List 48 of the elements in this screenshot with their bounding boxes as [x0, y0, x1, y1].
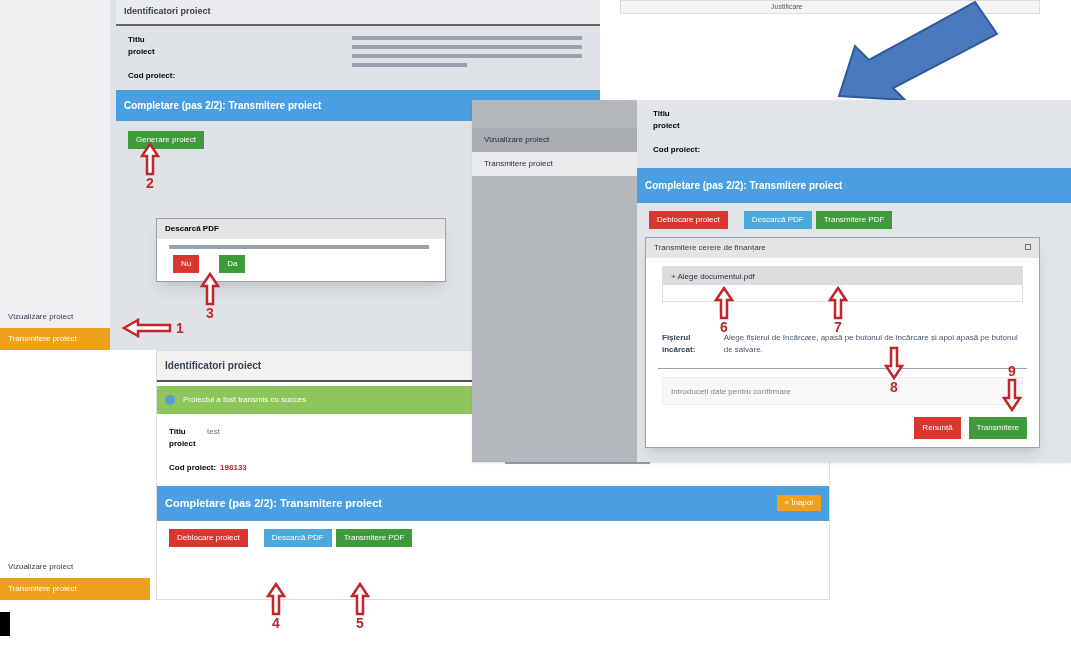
arrow-icon [1002, 378, 1022, 412]
step-number: 1 [176, 321, 184, 335]
step-number: 5 [356, 616, 364, 630]
step-number: 3 [206, 306, 214, 320]
arrow-icon [884, 346, 904, 380]
action-button[interactable]: Transmitere PDF [815, 211, 893, 229]
arrow-icon [714, 286, 734, 320]
field-label: Cod proiect: [128, 69, 177, 82]
sidebar-item[interactable]: Vizualizare proiect [472, 128, 637, 152]
section-header: Identificatori proiect [116, 0, 600, 26]
field-value: test [207, 426, 220, 438]
sidebar-item[interactable]: Vizualizare proiect [0, 556, 150, 578]
field-label: Cod proiect: [653, 144, 702, 156]
step-banner: Completare (pas 2/2): Transmitere proiect [637, 168, 1071, 203]
action-button[interactable]: Generare proiect [128, 130, 205, 149]
step-number: 9 [1008, 364, 1016, 378]
sidebar-item[interactable]: Transmitere proiect [472, 152, 637, 176]
action-button[interactable]: Nu [173, 254, 200, 273]
step-number: 6 [720, 320, 728, 334]
info-icon [165, 395, 175, 405]
action-button[interactable]: Deblocare proiect [169, 528, 248, 547]
close-icon[interactable] [1025, 244, 1031, 250]
action-button[interactable]: Renunță [914, 417, 961, 439]
step-title: Completare (pas 2/2): Transmitere proiect [165, 496, 382, 511]
arrow-icon [122, 318, 172, 338]
field-label: Titlu proiect [169, 426, 197, 450]
action-button[interactable]: Transmitere PDF [335, 528, 413, 547]
step-number: 4 [272, 616, 280, 630]
step-number: 2 [146, 176, 154, 190]
action-button[interactable]: Transmitere [968, 417, 1027, 439]
sidebar-item[interactable]: Vizualizare proiect [0, 306, 110, 328]
field-label: Cod proiect: [169, 462, 217, 474]
action-button[interactable]: Da [219, 254, 246, 273]
dialog-title: Descarcă PDF [157, 218, 445, 239]
corner-mark [0, 612, 10, 636]
file-field[interactable]: + Alege documentul.pdf [662, 266, 1023, 302]
step-number: 8 [890, 380, 898, 394]
action-button[interactable]: Deblocare proiect [649, 211, 728, 229]
arrow-icon [140, 142, 160, 176]
field-label: Titlu proiect [128, 33, 156, 58]
action-button[interactable]: Descarcă PDF [263, 528, 332, 547]
arrow-icon [828, 286, 848, 320]
action-button[interactable]: Descarcă PDF [743, 211, 812, 229]
step-number: 7 [834, 320, 842, 334]
field-label: Titlu proiect [653, 108, 681, 132]
dialog-title: Transmitere cerere de finanțare [654, 242, 766, 254]
field-value: 198133 [220, 462, 247, 474]
choose-file-button[interactable]: + Alege documentul.pdf [671, 271, 755, 281]
